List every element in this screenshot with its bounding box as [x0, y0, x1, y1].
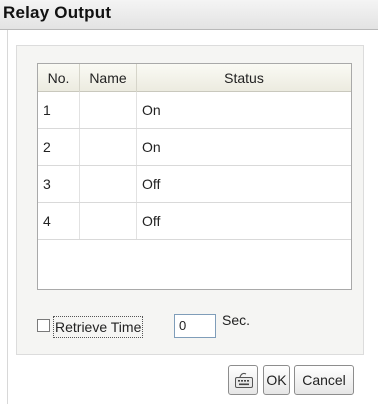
dialog-title: Relay Output — [3, 3, 112, 22]
cell-no: 1 — [38, 92, 80, 128]
table-row[interactable]: 3 Off — [38, 166, 351, 203]
retrieve-time-checkbox[interactable] — [37, 319, 50, 332]
column-header-name[interactable]: Name — [80, 64, 137, 92]
cell-no: 2 — [38, 129, 80, 165]
cell-name[interactable] — [80, 203, 137, 239]
keyboard-button[interactable] — [228, 365, 258, 395]
table-row[interactable]: 1 On — [38, 92, 351, 129]
table-row[interactable]: 2 On — [38, 129, 351, 166]
column-header-status[interactable]: Status — [137, 64, 351, 92]
title-bar: Relay Output — [0, 0, 378, 30]
cell-no: 3 — [38, 166, 80, 202]
cell-status[interactable]: Off — [137, 203, 351, 239]
table-header: No. Name Status — [38, 64, 351, 92]
cell-status[interactable]: On — [137, 129, 351, 165]
keyboard-icon — [235, 372, 253, 388]
cell-name[interactable] — [80, 129, 137, 165]
relay-table: No. Name Status 1 On 2 On 3 Off 4 Off — [37, 63, 352, 290]
cell-status[interactable]: On — [137, 92, 351, 128]
column-header-no[interactable]: No. — [38, 64, 80, 92]
cell-no: 4 — [38, 203, 80, 239]
retrieve-time-label[interactable]: Retrieve Time — [53, 316, 144, 338]
cancel-button[interactable]: Cancel — [294, 365, 354, 395]
cell-status[interactable]: Off — [137, 166, 351, 202]
relay-output-dialog: Relay Output No. Name Status 1 On 2 On 3… — [0, 0, 378, 404]
window-border — [7, 30, 8, 404]
ok-button[interactable]: OK — [263, 365, 290, 395]
seconds-unit-label: Sec. — [222, 312, 251, 328]
cell-name[interactable] — [80, 166, 137, 202]
cell-name[interactable] — [80, 92, 137, 128]
retrieve-time-input[interactable]: 0 — [174, 314, 216, 338]
table-row[interactable]: 4 Off — [38, 203, 351, 240]
